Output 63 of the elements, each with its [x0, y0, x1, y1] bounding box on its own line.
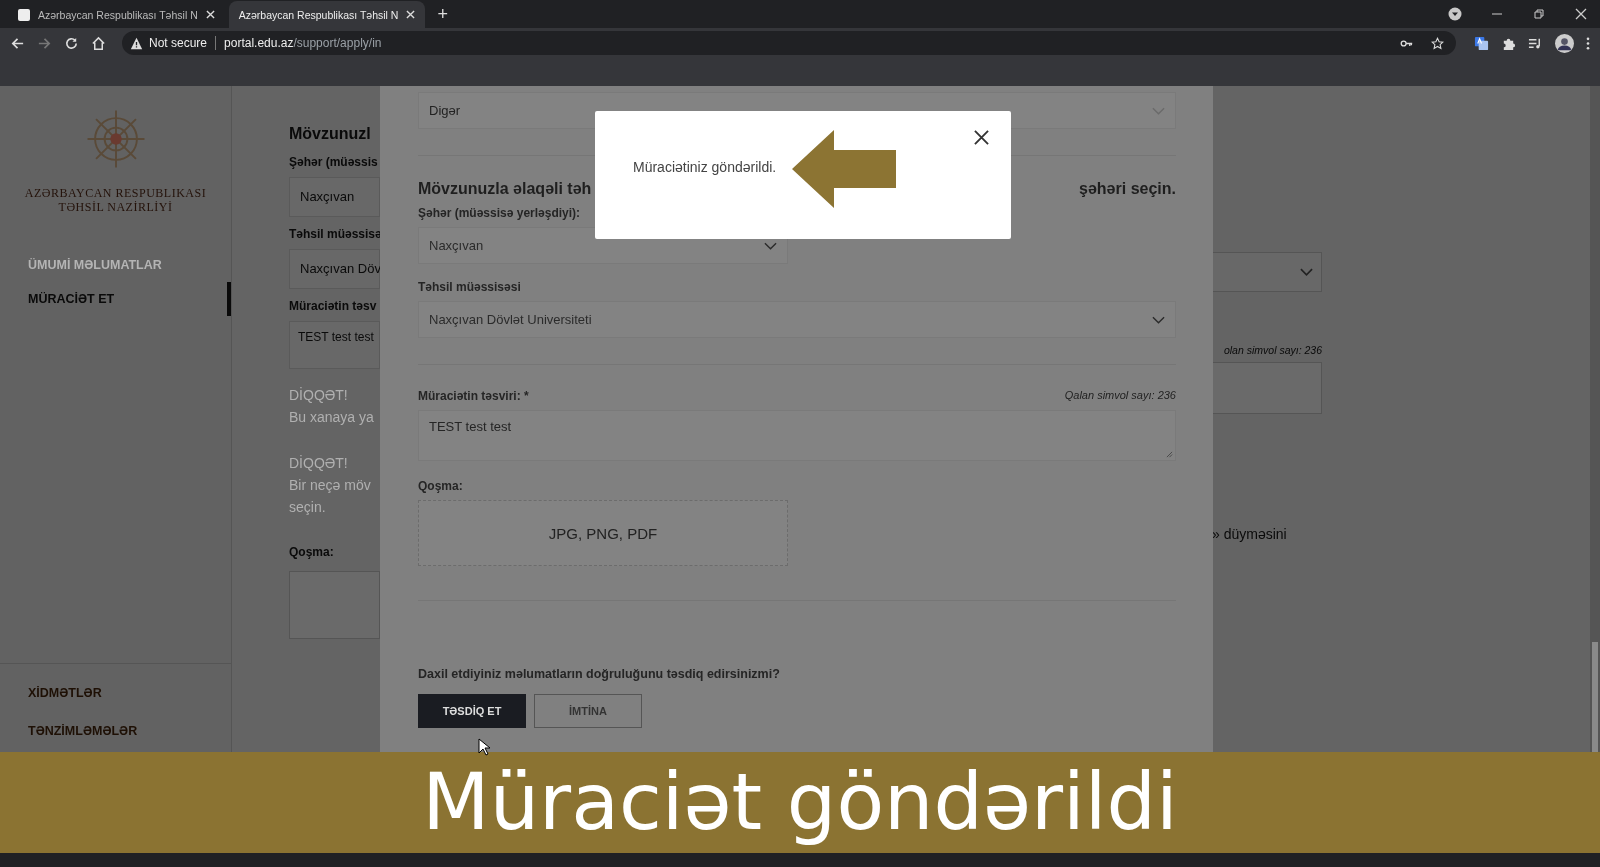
character-counter: olan simvol sayı: 236: [1222, 344, 1322, 356]
confirm-button[interactable]: TƏSDİQ ET: [418, 694, 526, 728]
notice-title: DİQQƏT!: [289, 455, 349, 473]
favicon-icon: [18, 8, 30, 21]
new-tab-button[interactable]: +: [429, 1, 456, 28]
select-field[interactable]: Naxçıvan: [289, 177, 380, 217]
select-field[interactable]: [1212, 252, 1322, 292]
chevron-down-icon: [1152, 106, 1165, 115]
cancel-button[interactable]: İMTİNA: [534, 694, 642, 728]
chevron-down-icon: [1300, 268, 1313, 276]
character-counter: Qalan simvol sayı: 236: [1064, 389, 1176, 403]
field-label: Müraciətin təsviri: *: [418, 389, 529, 403]
reload-icon[interactable]: [64, 35, 79, 51]
field-label: Təhsil müəssisəsi: [418, 280, 522, 294]
field-label: Müraciətin təsv: [289, 299, 378, 315]
select-field[interactable]: Naxçıvan Dövlət Universiteti: [418, 301, 1176, 338]
field-label: Təhsil müəssisə: [289, 227, 380, 243]
cursor-icon: [478, 738, 490, 756]
video-caption: Müraciət göndərildi: [0, 752, 1600, 853]
nav-item[interactable]: XİDMƏTLƏR: [0, 674, 231, 712]
ministry-name: TƏHSİL NAZİRLİYİ: [57, 200, 174, 214]
notice-text: » düyməsini: [1212, 526, 1288, 542]
field-label: Şəhər (müəssis: [289, 155, 379, 171]
confirm-question: Daxil etdiyiniz məlumatların doğruluğunu təsdiq edirsinizmi?: [418, 667, 781, 681]
chevron-down-icon: [764, 241, 777, 250]
close-icon[interactable]: [974, 130, 989, 145]
section-heading: Mövzunuzl: [289, 125, 372, 144]
scrollbar[interactable]: [1590, 86, 1600, 752]
browser-tab[interactable]: Azərbaycan Respublikası Təhsil N: [8, 1, 225, 28]
upload-dropzone[interactable]: JPG, PNG, PDF: [418, 500, 788, 566]
field-label: Şəhər (müəssisə yerləşdiyi):: [418, 206, 582, 220]
translate-icon[interactable]: [1474, 35, 1489, 51]
url-text[interactable]: portal.edu.az/support/apply/in: [224, 36, 382, 50]
section-heading: Mövzunuzla əlaqəli təh: [418, 180, 592, 198]
notice-text: Bir neçə möv: [289, 477, 372, 495]
avatar-icon[interactable]: [1555, 33, 1574, 53]
profile-dropdown-icon[interactable]: [1448, 7, 1462, 21]
textarea-field[interactable]: TEST test test: [289, 321, 380, 369]
chevron-down-icon: [1152, 315, 1165, 324]
browser-tab[interactable]: Azərbaycan Respublikası Təhsil N: [228, 1, 426, 28]
nav-item[interactable]: ÜMUMİ MƏLUMATLAR: [0, 248, 231, 282]
nav-item[interactable]: TƏNZİMLƏMƏLƏR: [0, 712, 231, 750]
notice-text: Bu xanaya ya: [289, 409, 375, 427]
menu-icon[interactable]: [1586, 35, 1590, 51]
section-heading: şəhəri seçin.: [1079, 180, 1176, 198]
nav-item[interactable]: MÜRACİƏT ET: [0, 282, 231, 316]
alert-message: Müraciətiniz göndərildi.: [633, 159, 777, 175]
textarea-field[interactable]: [1212, 362, 1322, 414]
address-bar[interactable]: Not secure portal.edu.az/support/apply/in: [122, 31, 1456, 55]
warning-icon[interactable]: [130, 36, 143, 50]
notice-title: DİQQƏT!: [289, 387, 349, 405]
star-icon[interactable]: [1431, 36, 1444, 50]
arrow-left-icon: [792, 130, 896, 208]
textarea-field[interactable]: TEST test test: [418, 410, 1176, 461]
select-field[interactable]: Naxçıvan Döv: [289, 249, 380, 289]
home-icon[interactable]: [91, 35, 106, 51]
ministry-name: AZƏRBAYCAN RESPUBLIKASI: [23, 186, 208, 200]
field-label: Qoşma:: [418, 479, 464, 493]
notice-text: seçin.: [289, 499, 327, 517]
restore-icon[interactable]: [1532, 7, 1546, 21]
security-label[interactable]: Not secure: [149, 36, 208, 50]
field-label: Qoşma:: [289, 545, 335, 561]
resize-grip-icon[interactable]: [1166, 451, 1173, 458]
